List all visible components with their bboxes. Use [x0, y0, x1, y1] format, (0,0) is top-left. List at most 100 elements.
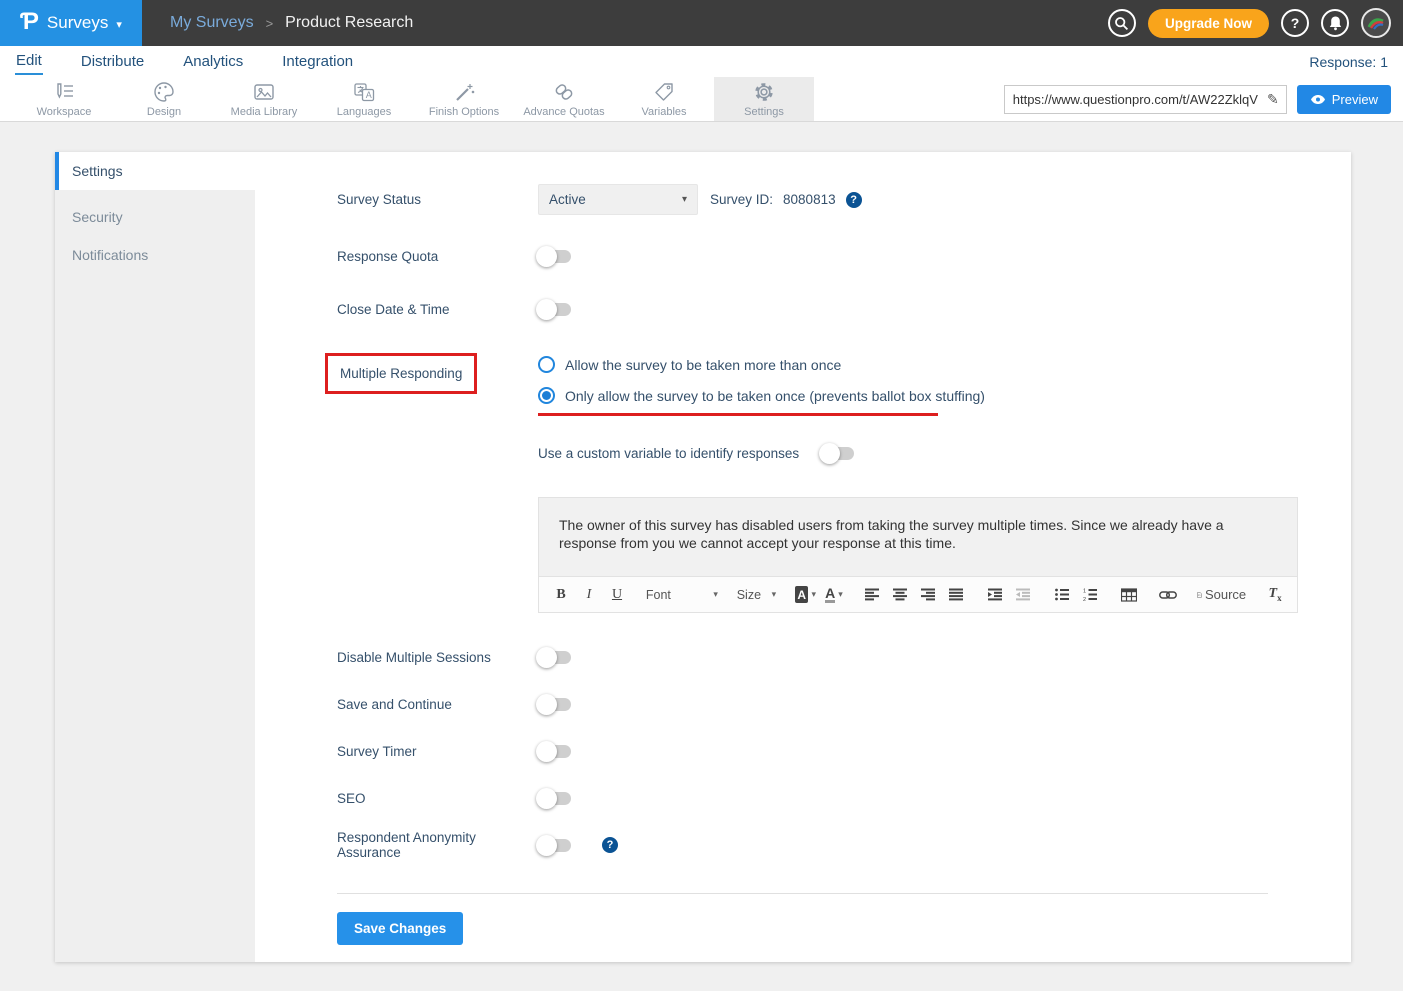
- multiple-responding-options: Allow the survey to be taken more than o…: [538, 353, 985, 416]
- remove-format-button[interactable]: Tx: [1263, 582, 1287, 608]
- survey-status-select[interactable]: Active ▾: [538, 184, 698, 215]
- survey-id-group: Survey ID: 8080813 ?: [710, 192, 862, 208]
- eye-icon: [1310, 94, 1326, 105]
- seo-label: SEO: [337, 791, 538, 806]
- questionpro-settings-page: Ƥ Surveys ▾ My Surveys > Product Researc…: [0, 0, 1403, 991]
- ribbon-tab-finish-options[interactable]: Finish Options: [414, 77, 514, 121]
- numbered-list-button[interactable]: 12: [1079, 582, 1103, 608]
- survey-id-help-icon[interactable]: ?: [846, 192, 862, 208]
- ribbon-tab-label: Finish Options: [429, 106, 499, 118]
- survey-id-label: Survey ID:: [710, 192, 773, 207]
- disable-sessions-toggle[interactable]: [538, 651, 571, 664]
- help-button[interactable]: ?: [1281, 9, 1309, 37]
- top-bar: Ƥ Surveys ▾ My Surveys > Product Researc…: [0, 0, 1403, 46]
- tab-integration[interactable]: Integration: [281, 49, 354, 74]
- svg-text:2: 2: [1083, 597, 1086, 601]
- ribbon-tab-label: Advance Quotas: [523, 106, 604, 118]
- bold-button[interactable]: B: [549, 582, 573, 608]
- preview-button[interactable]: Preview: [1297, 85, 1391, 114]
- ribbon-tab-settings[interactable]: Settings: [714, 77, 814, 121]
- chevron-down-icon: ▾: [682, 194, 687, 205]
- survey-url-input[interactable]: [1005, 92, 1260, 107]
- indent-button[interactable]: [984, 582, 1008, 608]
- multiple-responding-label-col: Multiple Responding: [337, 353, 538, 394]
- save-continue-label: Save and Continue: [337, 697, 538, 712]
- workspace-icon: [51, 80, 77, 104]
- align-center-button[interactable]: [889, 582, 913, 608]
- survey-timer-toggle[interactable]: [538, 745, 571, 758]
- chevron-down-icon: ▾: [838, 589, 843, 600]
- ribbon-tab-workspace[interactable]: Workspace: [14, 77, 114, 121]
- custom-variable-row: Use a custom variable to identify respon…: [538, 446, 1351, 461]
- top-actions: Upgrade Now ?: [1108, 0, 1403, 46]
- ribbon-tab-label: Variables: [641, 106, 686, 118]
- svg-text:A: A: [366, 90, 372, 100]
- text-color-button[interactable]: A▾: [822, 582, 846, 608]
- chevron-down-icon: ▾: [116, 18, 122, 31]
- underline-button[interactable]: U: [605, 582, 629, 608]
- breadcrumb-my-surveys[interactable]: My Surveys: [170, 14, 254, 32]
- italic-button[interactable]: I: [577, 582, 601, 608]
- tab-analytics[interactable]: Analytics: [182, 49, 244, 74]
- search-button[interactable]: [1108, 9, 1136, 37]
- breadcrumb-current: Product Research: [285, 14, 413, 32]
- source-doc-icon: [1197, 588, 1202, 602]
- anonymity-toggle[interactable]: [538, 839, 571, 852]
- product-name: Surveys: [47, 13, 108, 33]
- tab-distribute[interactable]: Distribute: [80, 49, 145, 74]
- seo-toggle[interactable]: [538, 792, 571, 805]
- table-icon: [1121, 588, 1137, 602]
- anonymity-help-icon[interactable]: ?: [602, 837, 618, 853]
- account-avatar[interactable]: [1361, 8, 1391, 38]
- insert-link-button[interactable]: [1156, 582, 1180, 608]
- radio-option-once-label: Only allow the survey to be taken once (…: [565, 388, 985, 404]
- upgrade-now-button[interactable]: Upgrade Now: [1148, 9, 1269, 38]
- size-dropdown[interactable]: Size▾: [735, 582, 778, 608]
- notifications-button[interactable]: [1321, 9, 1349, 37]
- align-left-button[interactable]: [861, 582, 885, 608]
- response-quota-toggle[interactable]: [538, 250, 571, 263]
- ribbon-tab-design[interactable]: Design: [114, 77, 214, 121]
- save-changes-button[interactable]: Save Changes: [337, 912, 463, 945]
- radio-checked-icon[interactable]: [538, 387, 555, 404]
- radio-option-once[interactable]: Only allow the survey to be taken once (…: [538, 387, 985, 404]
- divider: [337, 893, 1268, 894]
- align-right-button[interactable]: [917, 582, 941, 608]
- align-right-icon: [921, 588, 936, 601]
- languages-icon: A: [351, 80, 377, 104]
- close-date-toggle[interactable]: [538, 303, 571, 316]
- font-dropdown-label: Font: [646, 588, 671, 602]
- finish-options-wand-icon: [451, 80, 477, 104]
- source-button[interactable]: Source: [1195, 582, 1248, 608]
- multiple-responding-row: Multiple Responding Allow the survey to …: [337, 353, 1351, 416]
- ribbon-tab-languages[interactable]: A Languages: [314, 77, 414, 121]
- sidebar-panel: Security Notifications: [55, 190, 255, 962]
- sidebar-item-settings[interactable]: Settings: [55, 152, 255, 190]
- design-palette-icon: [151, 80, 177, 104]
- edit-url-icon[interactable]: ✎: [1260, 91, 1286, 108]
- font-dropdown[interactable]: Font ▾: [644, 582, 720, 608]
- save-continue-toggle[interactable]: [538, 698, 571, 711]
- tab-edit[interactable]: Edit: [15, 48, 43, 75]
- radio-unchecked-icon[interactable]: [538, 356, 555, 373]
- ribbon-tab-media-library[interactable]: Media Library: [214, 77, 314, 121]
- size-dropdown-label: Size: [737, 588, 761, 602]
- chevron-down-icon: ▾: [713, 589, 718, 600]
- product-switcher[interactable]: Ƥ Surveys ▾: [0, 0, 142, 46]
- justify-button[interactable]: [945, 582, 969, 608]
- custom-variable-toggle[interactable]: [821, 447, 854, 460]
- ribbon-tab-variables[interactable]: Variables: [614, 77, 714, 121]
- ribbon-tab-label: Workspace: [37, 106, 92, 118]
- insert-table-button[interactable]: [1117, 582, 1141, 608]
- background-color-button[interactable]: A▾: [793, 582, 818, 608]
- save-continue-row: Save and Continue: [337, 697, 1351, 712]
- bulleted-list-button[interactable]: [1051, 582, 1075, 608]
- radio-option-multiple[interactable]: Allow the survey to be taken more than o…: [538, 356, 985, 373]
- italic-glyph: I: [587, 587, 592, 603]
- survey-status-value: Active: [549, 192, 586, 207]
- sidebar-item-security[interactable]: Security: [55, 198, 255, 236]
- outdent-button[interactable]: [1012, 582, 1036, 608]
- editor-text-area[interactable]: The owner of this survey has disabled us…: [539, 498, 1297, 576]
- ribbon-tab-advance-quotas[interactable]: Advance Quotas: [514, 77, 614, 121]
- sidebar-item-notifications[interactable]: Notifications: [55, 236, 255, 274]
